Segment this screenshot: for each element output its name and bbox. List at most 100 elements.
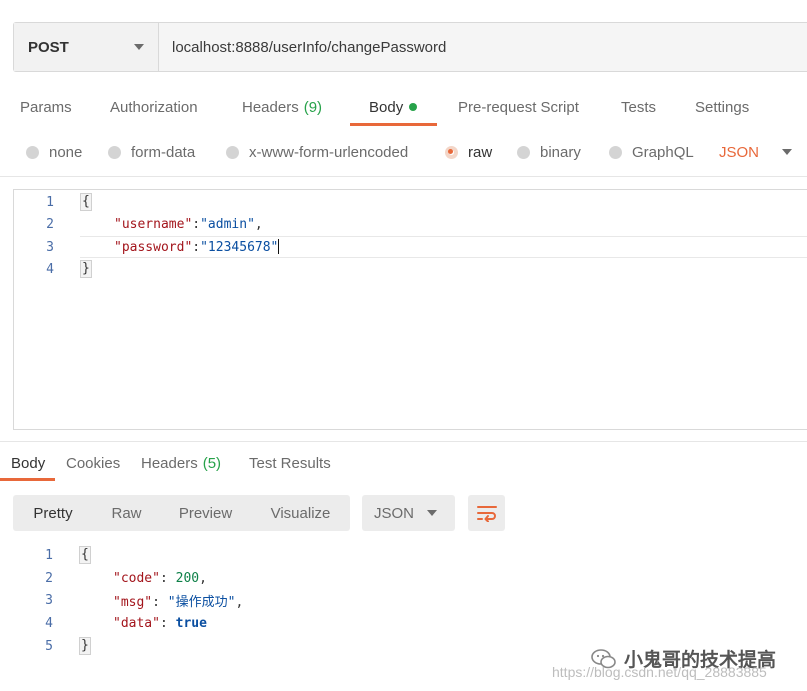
tab-label: Headers: [242, 98, 299, 116]
open-brace: {: [79, 546, 91, 564]
json-value: 200: [175, 570, 200, 586]
radio-label: GraphQL: [632, 143, 694, 161]
tab-settings[interactable]: Settings: [695, 88, 749, 126]
response-tab-cookies[interactable]: Cookies: [66, 445, 120, 481]
open-brace: {: [80, 193, 92, 211]
watermark-url: https://blog.csdn.net/qq_28883885: [552, 664, 767, 680]
line-number: 4: [45, 615, 53, 631]
radio-form-data[interactable]: form-data: [108, 144, 195, 161]
code-line: 2 "code": 200,: [13, 567, 807, 589]
tab-label: Test Results: [249, 454, 331, 472]
radio-binary[interactable]: binary: [517, 144, 581, 161]
tab-label: Tests: [621, 98, 657, 116]
json-key: "username": [114, 216, 193, 232]
request-url-bar: POST localhost:8888/userInfo/changePassw…: [13, 22, 807, 72]
tab-label: Body: [11, 454, 46, 472]
chevron-down-icon: [427, 510, 437, 516]
tab-label: Settings: [695, 98, 750, 116]
radio-circle-selected: [445, 145, 458, 159]
text-cursor: [278, 239, 280, 254]
code-line: 1 {: [14, 191, 807, 213]
json-key: "msg": [113, 594, 153, 610]
line-number: 2: [45, 570, 53, 586]
tab-label: Params: [20, 98, 72, 116]
tab-headers[interactable]: Headers (9): [242, 88, 322, 126]
wrap-lines-button[interactable]: [468, 495, 505, 531]
radio-circle: [226, 145, 239, 159]
tab-authorization[interactable]: Authorization: [110, 88, 198, 126]
close-brace: }: [80, 260, 92, 278]
tab-label: Cookies: [66, 454, 121, 472]
code-line: 4 }: [14, 258, 807, 280]
tab-label: Headers: [141, 454, 198, 472]
radio-label: form-data: [131, 143, 196, 161]
json-key: "password": [114, 240, 193, 255]
body-indicator-dot: [409, 103, 418, 111]
code-line: 2 "username":"admin",: [14, 213, 807, 235]
radio-label: binary: [540, 143, 581, 161]
request-tabs: Params Authorization Headers (9) Body Pr…: [0, 88, 807, 128]
radio-x-www-form-urlencoded[interactable]: x-www-form-urlencoded: [226, 144, 408, 161]
line-number: 1: [46, 194, 54, 210]
response-format-select[interactable]: JSON: [362, 495, 455, 531]
response-format-label: JSON: [374, 504, 415, 522]
wrap-lines-icon: [476, 506, 497, 522]
tab-label: Pre-request Script: [458, 98, 579, 116]
radio-none[interactable]: none: [26, 144, 82, 161]
body-format-label: JSON: [719, 143, 760, 161]
divider: [0, 176, 807, 177]
body-type-selector: none form-data x-www-form-urlencoded raw…: [0, 138, 807, 166]
json-value: "admin": [200, 216, 255, 232]
response-tab-body[interactable]: Body: [0, 445, 56, 481]
tab-tests[interactable]: Tests: [621, 88, 656, 126]
radio-circle: [26, 145, 39, 159]
radio-label: x-www-form-urlencoded: [249, 143, 409, 161]
json-punct: ,: [199, 570, 207, 586]
code-line: 3 "msg": "操作成功",: [13, 589, 807, 611]
radio-label: raw: [468, 143, 493, 161]
radio-circle: [609, 145, 622, 159]
method-select[interactable]: POST: [14, 23, 159, 71]
json-value: "12345678": [200, 240, 279, 255]
line-number: 1: [45, 547, 53, 563]
divider: [0, 441, 807, 442]
radio-circle: [517, 145, 530, 159]
json-key: "code": [113, 570, 160, 586]
request-body-editor[interactable]: 1 { 2 "username":"admin", 3 "password":"…: [13, 189, 807, 430]
tab-label: Body: [369, 98, 404, 116]
chevron-down-icon: [134, 44, 144, 50]
tab-body[interactable]: Body: [349, 88, 438, 126]
chevron-down-icon: [782, 149, 793, 155]
code-line: 4 "data": true: [13, 612, 807, 634]
line-number: 4: [46, 261, 54, 277]
response-tabs: Body Cookies Headers (5) Test Results: [0, 445, 807, 481]
tab-pre-request-script[interactable]: Pre-request Script: [458, 88, 579, 126]
tab-params[interactable]: Params: [20, 88, 72, 126]
response-tab-headers[interactable]: Headers (5): [141, 445, 221, 481]
json-value: true: [175, 615, 207, 631]
response-tab-test-results[interactable]: Test Results: [249, 445, 331, 481]
url-input[interactable]: localhost:8888/userInfo/changePassword: [159, 23, 807, 71]
line-number: 3: [45, 592, 53, 608]
radio-label: none: [49, 143, 83, 161]
view-pretty-button[interactable]: Pretty: [13, 495, 93, 531]
json-punct: ,: [235, 594, 244, 610]
code-line: 3 "password":"12345678": [14, 236, 807, 258]
headers-count: (5): [202, 454, 222, 472]
headers-count: (9): [303, 98, 323, 116]
radio-raw[interactable]: raw: [445, 144, 492, 161]
json-key: "data": [113, 615, 160, 631]
tab-label: Authorization: [110, 98, 198, 116]
view-preview-button[interactable]: Preview: [160, 495, 251, 531]
close-brace: }: [79, 637, 91, 655]
response-view-group: Pretty Raw Preview Visualize: [13, 495, 350, 531]
method-label: POST: [28, 38, 69, 56]
radio-graphql[interactable]: GraphQL: [609, 144, 694, 161]
radio-circle: [108, 145, 121, 159]
body-format-select[interactable]: JSON: [719, 138, 793, 166]
code-line: 1 {: [13, 544, 807, 566]
line-number: 3: [46, 239, 54, 255]
view-raw-button[interactable]: Raw: [93, 495, 160, 531]
view-visualize-button[interactable]: Visualize: [251, 495, 350, 531]
line-number: 2: [46, 216, 54, 232]
